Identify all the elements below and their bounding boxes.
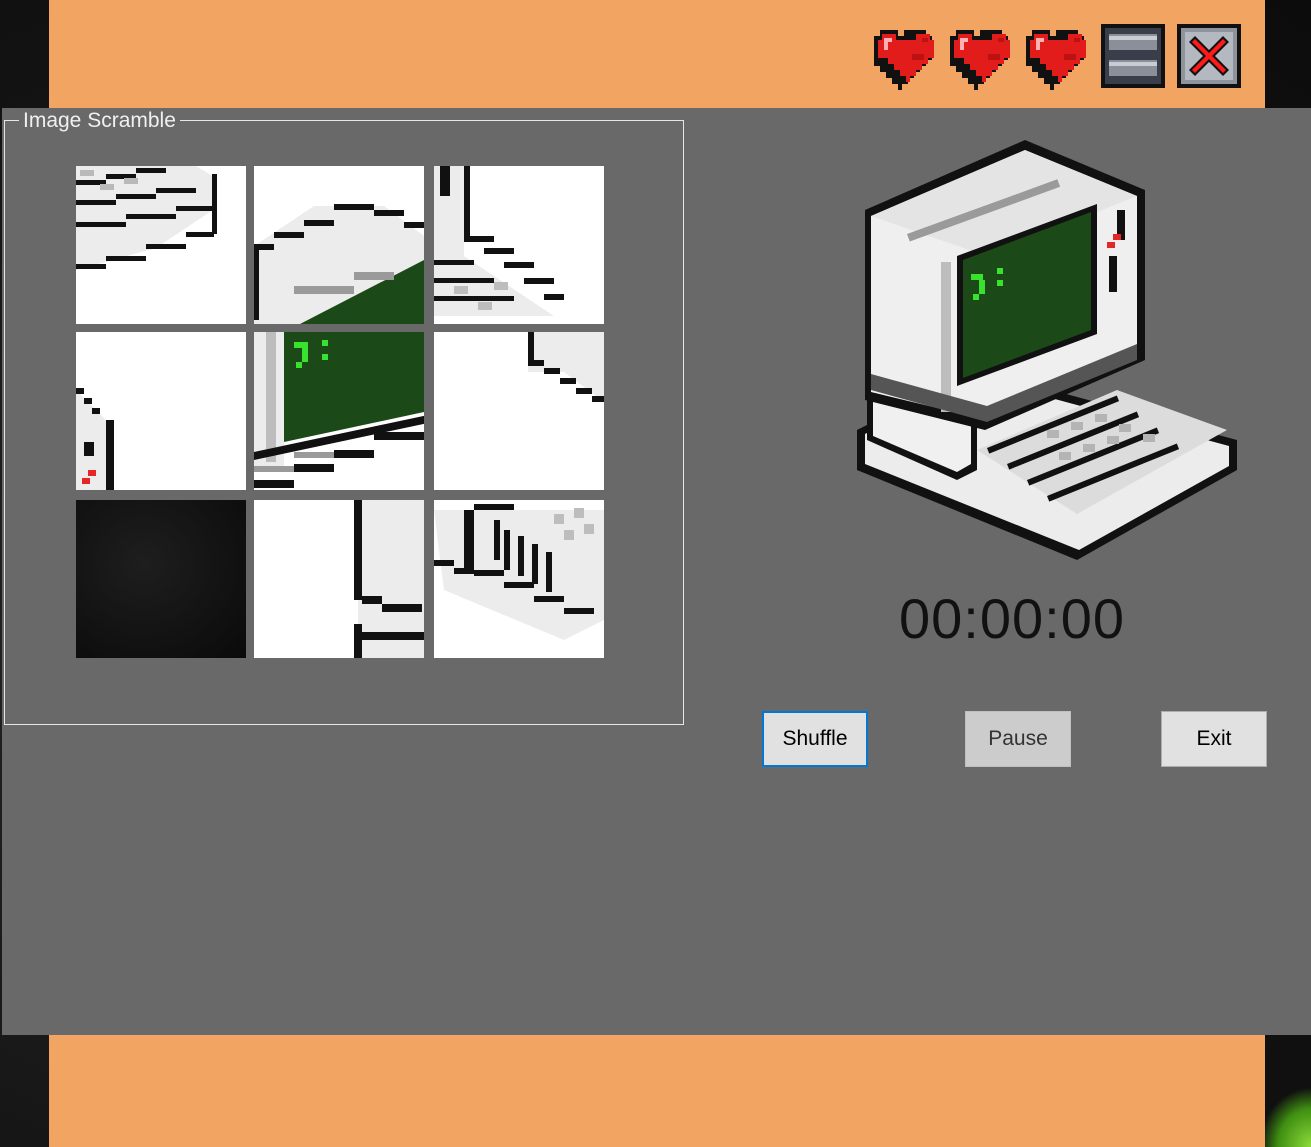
puzzle-empty-slot[interactable]	[76, 500, 246, 658]
desktop-plant-decoration	[1259, 1087, 1311, 1147]
elapsed-timer: 00:00:00	[899, 587, 1125, 650]
pause-button[interactable]: Pause	[965, 711, 1071, 767]
puzzle-tile-8[interactable]	[254, 500, 424, 658]
game-window: Image Scramble 00:00:00 Shuffle Pause Ex…	[2, 108, 1311, 1035]
heart-icon	[1026, 30, 1086, 90]
heart-icon	[950, 30, 1010, 90]
puzzle-groupbox: Image Scramble	[4, 109, 684, 725]
heart-icon	[874, 30, 934, 90]
puzzle-tile-4[interactable]	[76, 332, 246, 490]
preview-image	[857, 140, 1237, 560]
puzzle-tile-9[interactable]	[434, 500, 604, 658]
minimize-button[interactable]	[1101, 24, 1165, 88]
puzzle-tile-6[interactable]	[434, 332, 604, 490]
puzzle-tile-5[interactable]	[254, 332, 424, 490]
groupbox-title: Image Scramble	[19, 109, 180, 133]
shuffle-button[interactable]: Shuffle	[762, 711, 868, 767]
exit-button[interactable]: Exit	[1161, 711, 1267, 767]
puzzle-tile-1[interactable]	[76, 166, 246, 324]
puzzle-tile-3[interactable]	[434, 166, 604, 324]
puzzle-tile-2[interactable]	[254, 166, 424, 324]
lives-bar	[872, 24, 1092, 90]
close-button[interactable]	[1177, 24, 1241, 88]
